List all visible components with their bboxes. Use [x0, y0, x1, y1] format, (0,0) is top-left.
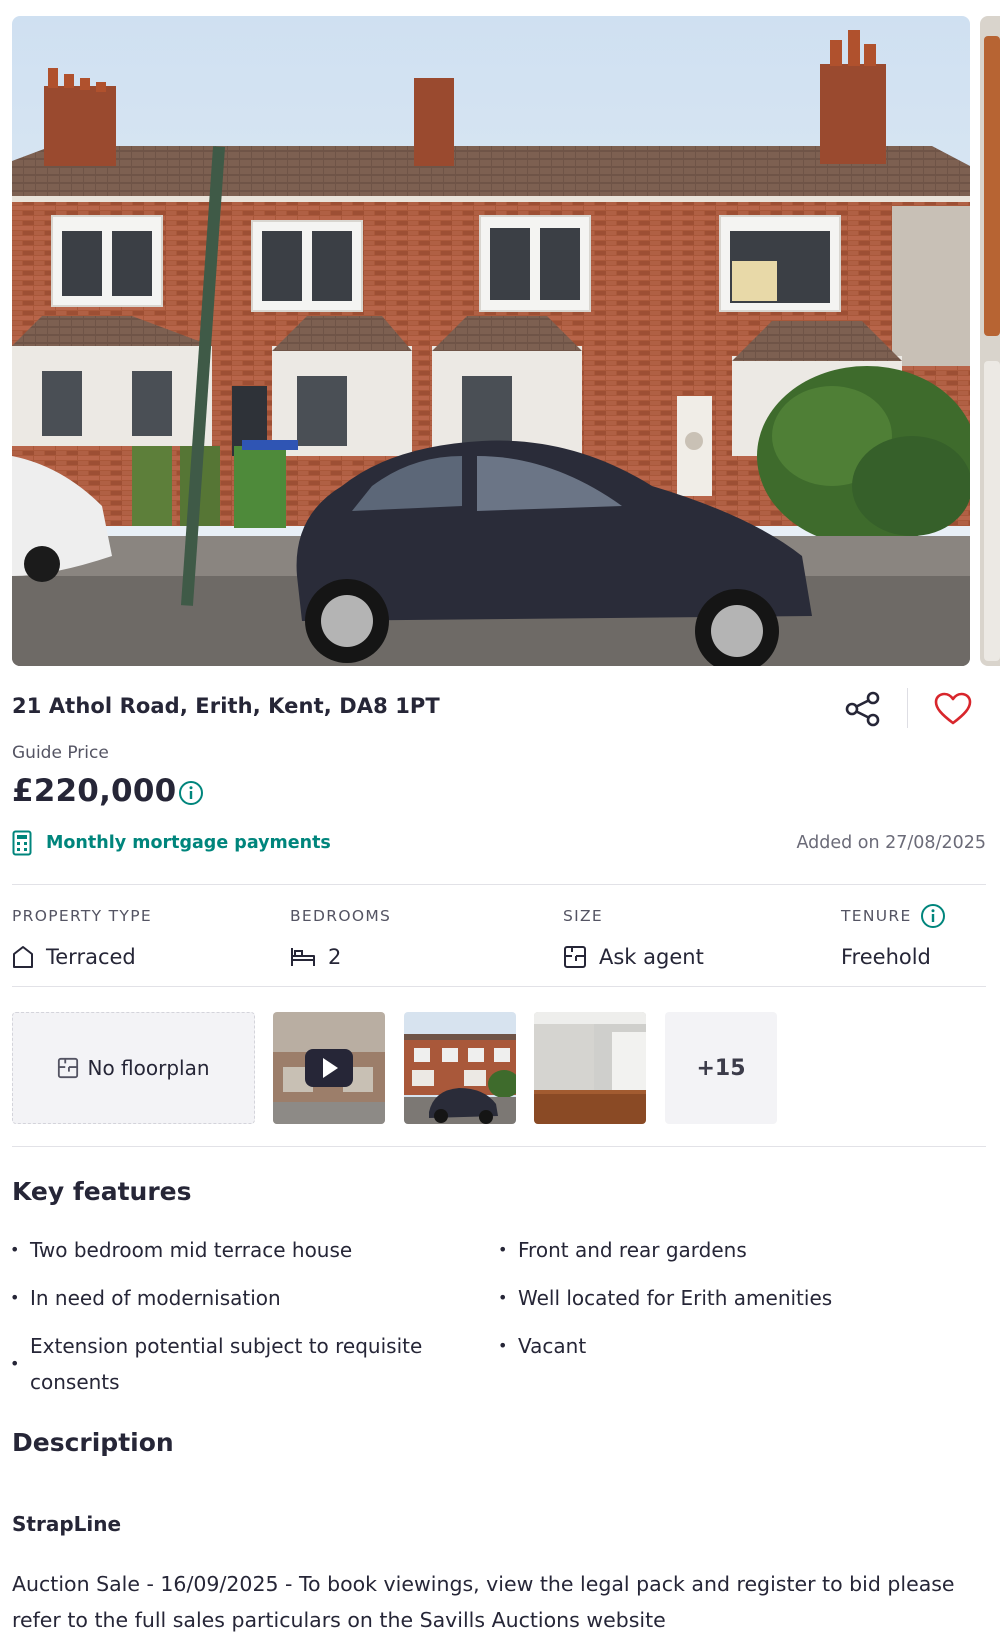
- stat-label: PROPERTY TYPE: [12, 907, 152, 925]
- feature-item: Two bedroom mid terrace house: [10, 1232, 460, 1268]
- stat-property-type: PROPERTY TYPE Terraced: [12, 904, 152, 972]
- feature-item: Vacant: [498, 1328, 968, 1364]
- added-date: Added on 27/08/2025: [796, 833, 986, 853]
- stat-label: SIZE: [563, 907, 604, 925]
- mortgage-label: Monthly mortgage payments: [46, 833, 331, 853]
- floorplan-tile[interactable]: No floorplan: [12, 1012, 255, 1124]
- more-photos-button[interactable]: +15: [665, 1012, 777, 1124]
- price-qualifier: Guide Price: [12, 743, 109, 763]
- mortgage-calculator-link[interactable]: Monthly mortgage payments: [12, 830, 331, 856]
- key-features-list-right: Front and rear gardens Well located for …: [498, 1232, 968, 1376]
- photo-thumbnail[interactable]: [404, 1012, 516, 1124]
- video-thumbnail[interactable]: [273, 1012, 385, 1124]
- divider: [907, 688, 908, 728]
- feature-item: Front and rear gardens: [498, 1232, 968, 1268]
- feature-item: Well located for Erith amenities: [498, 1280, 968, 1316]
- heart-icon: [934, 692, 972, 725]
- stat-size: SIZE Ask agent: [563, 904, 704, 972]
- stat-value: 2: [328, 945, 342, 969]
- floorplan-label: No floorplan: [87, 1056, 210, 1080]
- stat-label: TENURE: [841, 907, 912, 925]
- strapline-title: StrapLine: [12, 1512, 122, 1536]
- main-property-photo[interactable]: [12, 16, 970, 666]
- save-favourite-button[interactable]: [930, 686, 976, 732]
- interior-thumbnail-photo: [534, 1012, 646, 1124]
- divider: [12, 1146, 986, 1147]
- share-icon: [845, 691, 880, 727]
- divider: [12, 986, 986, 987]
- bed-icon: [291, 948, 315, 966]
- exterior-thumbnail-photo: [404, 1012, 516, 1124]
- stat-value: Terraced: [46, 945, 136, 969]
- terraced-houses-photo: [12, 16, 970, 666]
- video-preview: [273, 1012, 385, 1124]
- price: £220,000: [12, 773, 177, 809]
- divider: [12, 884, 986, 885]
- floorplan-icon: [564, 946, 586, 968]
- stat-value: Freehold: [841, 945, 931, 969]
- key-features-heading: Key features: [12, 1177, 192, 1206]
- stat-tenure: TENURE Freehold: [841, 904, 946, 972]
- stat-value: Ask agent: [599, 945, 704, 969]
- feature-item: In need of modernisation: [10, 1280, 460, 1316]
- property-address: 21 Athol Road, Erith, Kent, DA8 1PT: [12, 694, 440, 718]
- floorplan-icon: [58, 1057, 79, 1079]
- strapline-text: Auction Sale - 16/09/2025 - To book view…: [12, 1572, 955, 1632]
- info-icon: [179, 781, 203, 805]
- info-icon[interactable]: [920, 903, 946, 929]
- stat-label: BEDROOMS: [290, 907, 392, 925]
- house-icon: [13, 946, 33, 968]
- next-photo-preview[interactable]: [980, 16, 1000, 666]
- feature-item: Extension potential subject to requisite…: [10, 1328, 460, 1400]
- photo-thumbnail[interactable]: [534, 1012, 646, 1124]
- stat-bedrooms: BEDROOMS 2: [290, 904, 391, 972]
- price-info-button[interactable]: [178, 780, 204, 810]
- share-button[interactable]: [840, 686, 886, 732]
- key-features-list-left: Two bedroom mid terrace house In need of…: [10, 1232, 460, 1412]
- calculator-icon: [12, 830, 32, 856]
- description-heading: Description: [12, 1428, 174, 1457]
